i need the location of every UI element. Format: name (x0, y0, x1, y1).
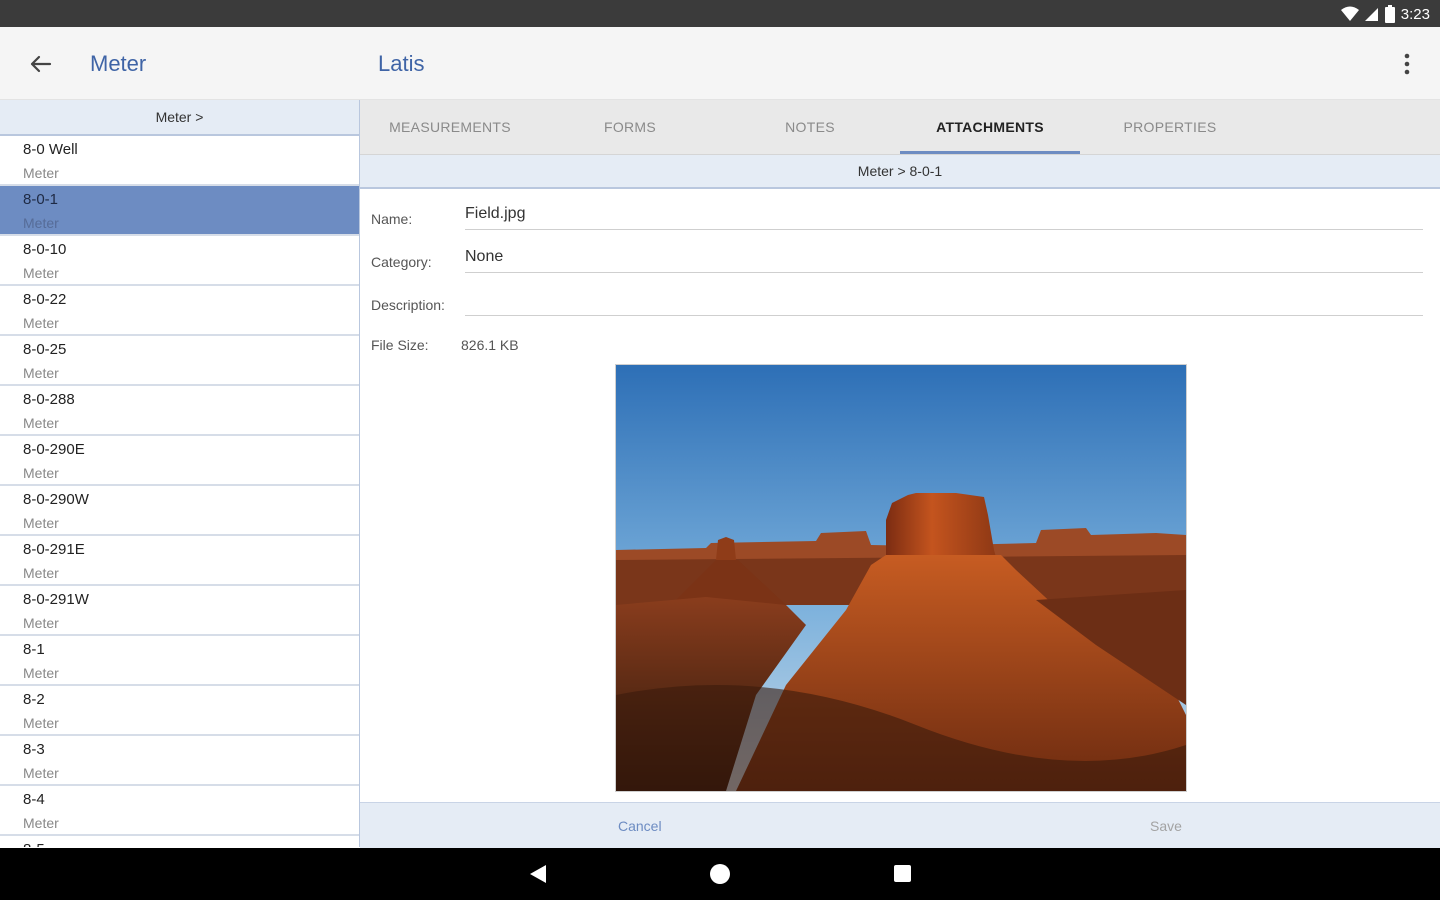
list-item-name: 8-0-22 (23, 291, 67, 308)
list-item[interactable]: 8-0-1 Meter (0, 186, 359, 236)
name-field[interactable] (465, 201, 1423, 230)
action-bar: Cancel Save (360, 802, 1440, 849)
tab-measurements[interactable]: MEASUREMENTS (360, 100, 540, 154)
system-nav-bar (0, 848, 1440, 900)
meter-list-pane: Meter > 8-0 Well Meter 8-0-1 Meter 8-0-10 Met… (0, 100, 360, 847)
list-item-type: Meter (23, 215, 59, 231)
list-item-type: Meter (23, 315, 59, 331)
desert-mesa-photo (616, 365, 1186, 791)
nav-back-icon[interactable] (528, 864, 548, 884)
tab-notes[interactable]: NOTES (720, 100, 900, 154)
status-time: 3:23 (1400, 5, 1430, 23)
list-item-type: Meter (23, 465, 59, 481)
list-item-name: 8-0-1 (23, 191, 59, 208)
breadcrumb: Meter > 8-0-1 (360, 155, 1440, 189)
list-item-type: Meter (23, 715, 59, 731)
list-item[interactable]: 8-3 Meter (0, 736, 359, 786)
more-vert-icon (1404, 53, 1410, 75)
description-label: Description: (371, 297, 445, 313)
list-breadcrumb[interactable]: Meter > (0, 100, 359, 136)
list-item-type: Meter (23, 415, 59, 431)
list-item-type: Meter (23, 165, 59, 181)
list-item[interactable]: 8-0-10 Meter (0, 236, 359, 286)
category-label: Category: (371, 254, 432, 270)
overflow-menu-button[interactable] (1398, 51, 1416, 77)
list-item-type: Meter (23, 565, 59, 581)
list-item-name: 8-0-10 (23, 241, 67, 258)
list-item-name: 8-2 (23, 691, 45, 708)
list-item-name: 8-5 (23, 841, 45, 847)
attachment-detail: Name: Category: Description: File Size: … (360, 189, 1440, 801)
list-item-type: Meter (23, 615, 59, 631)
description-field[interactable] (465, 287, 1423, 316)
list-item[interactable]: 8-5Meter (0, 836, 359, 847)
filesize-label: File Size: (371, 337, 429, 353)
cell-signal-icon (1364, 8, 1378, 21)
arrow-back-icon (30, 55, 52, 73)
list-item-name: 8-0-290W (23, 491, 89, 508)
wifi-icon (1340, 6, 1359, 21)
save-button[interactable]: Save (1150, 818, 1182, 834)
list-item[interactable]: 8-0-291W Meter (0, 586, 359, 636)
list-item-type: Meter (23, 265, 59, 281)
list-item[interactable]: 8-1 Meter (0, 636, 359, 686)
list-item[interactable]: 8-2 Meter (0, 686, 359, 736)
list-item[interactable]: 8-4 Meter (0, 786, 359, 836)
list-item-type: Meter (23, 665, 59, 681)
list-item-name: 8-0-25 (23, 341, 67, 358)
back-button[interactable] (22, 49, 58, 79)
tab-bar: MEASUREMENTS FORMS NOTES ATTACHMENTS PRO… (360, 100, 1440, 155)
battery-icon (1384, 5, 1395, 23)
list-item-name: 8-0-290E (23, 441, 85, 458)
meter-list: 8-0 Well Meter 8-0-1 Meter 8-0-10 Meter 8-0-22… (0, 136, 359, 847)
list-item[interactable]: 8-0-291E Meter (0, 536, 359, 586)
list-item-type: Meter (23, 815, 59, 831)
list-item-name: 8-0-291W (23, 591, 89, 608)
list-item-type: Meter (23, 365, 59, 381)
list-item[interactable]: 8-0-290W Meter (0, 486, 359, 536)
list-item-name: 8-4 (23, 791, 45, 808)
cancel-button[interactable]: Cancel (618, 818, 662, 834)
app-bar: Meter Latis (0, 27, 1440, 100)
left-pane-title: Meter (90, 51, 147, 76)
nav-home-icon[interactable] (710, 864, 730, 884)
list-item-name: 8-3 (23, 741, 45, 758)
list-item-type: Meter (23, 515, 59, 531)
list-item-name: 8-0 Well (23, 141, 78, 158)
status-bar: 3:23 (0, 0, 1440, 27)
status-icons: 3:23 (1340, 4, 1430, 24)
attachment-image[interactable] (615, 364, 1187, 792)
app-title: Latis (378, 51, 425, 76)
tab-properties[interactable]: PROPERTIES (1080, 100, 1260, 154)
list-item-name: 8-1 (23, 641, 45, 658)
nav-recents-icon[interactable] (894, 865, 911, 882)
list-item[interactable]: 8-0-290E Meter (0, 436, 359, 486)
tab-attachments[interactable]: ATTACHMENTS (900, 100, 1080, 154)
category-field[interactable] (465, 244, 1423, 273)
tab-forms[interactable]: FORMS (540, 100, 720, 154)
list-item[interactable]: 8-0-288 Meter (0, 386, 359, 436)
list-item-name: 8-0-288 (23, 391, 75, 408)
list-item-name: 8-0-291E (23, 541, 85, 558)
list-item[interactable]: 8-0-22 Meter (0, 286, 359, 336)
filesize-value: 826.1 KB (461, 337, 519, 353)
list-item[interactable]: 8-0 Well Meter (0, 136, 359, 186)
name-label: Name: (371, 211, 413, 227)
list-item[interactable]: 8-0-25 Meter (0, 336, 359, 386)
list-item-type: Meter (23, 765, 59, 781)
